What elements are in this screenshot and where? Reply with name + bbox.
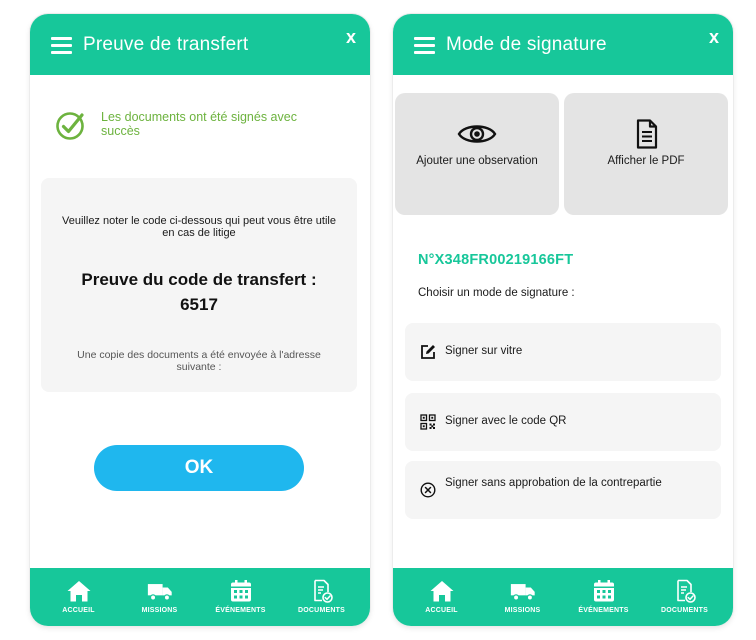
- check-circle-icon: [56, 112, 84, 140]
- sign-on-glass-option[interactable]: Signer sur vitre: [405, 323, 721, 381]
- option-label: Signer avec le code QR: [445, 415, 567, 427]
- nav-item-accueil[interactable]: ACCUEIL: [406, 579, 478, 614]
- choose-signature-label: Choisir un mode de signature :: [418, 287, 575, 299]
- home-icon: [430, 581, 453, 602]
- add-observation-button[interactable]: Ajouter une observation: [395, 93, 559, 215]
- page-title: Preuve de transfert: [83, 34, 249, 55]
- bottom-nav: ACCUEIL MISSIONS ÉVÉNEMENTS DOCUMENTS: [30, 568, 370, 626]
- tile-label: Afficher le PDF: [607, 155, 685, 167]
- sign-without-approval-option[interactable]: Signer sans approbation de la contrepart…: [405, 461, 721, 519]
- documents-icon: [313, 579, 333, 603]
- page-title: Mode de signature: [446, 34, 607, 55]
- hamburger-icon[interactable]: [414, 37, 435, 54]
- close-button[interactable]: x: [709, 28, 719, 46]
- edit-icon: [421, 345, 435, 359]
- truck-icon: [510, 584, 535, 601]
- nav-item-missions[interactable]: MISSIONS: [124, 579, 196, 614]
- nav-label: ÉVÉNEMENTS: [215, 607, 266, 614]
- nav-item-accueil[interactable]: ACCUEIL: [43, 579, 115, 614]
- nav-label: ÉVÉNEMENTS: [578, 607, 629, 614]
- truck-icon: [147, 584, 172, 601]
- nav-item-documents[interactable]: DOCUMENTS: [649, 579, 721, 614]
- eye-icon: [457, 125, 497, 143]
- qr-code-icon: [420, 414, 436, 430]
- document-number: N°X348FR00219166FT: [418, 252, 574, 268]
- tile-label: Ajouter une observation: [416, 155, 538, 167]
- nav-item-documents[interactable]: DOCUMENTS: [286, 579, 358, 614]
- code-heading: Preuve du code de transfert :: [81, 270, 317, 289]
- nav-label: DOCUMENTS: [661, 607, 708, 614]
- nav-item-evenements[interactable]: ÉVÉNEMENTS: [205, 579, 277, 614]
- hamburger-icon[interactable]: [51, 37, 72, 54]
- nav-label: MISSIONS: [141, 607, 178, 614]
- transfer-code: 6517: [180, 295, 218, 314]
- success-message: Les documents ont été signés avec succès: [54, 110, 344, 150]
- card-note: Veuillez noter le code ci-dessous qui pe…: [62, 215, 336, 239]
- nav-label: ACCUEIL: [425, 607, 458, 614]
- close-button[interactable]: x: [346, 28, 356, 46]
- nav-label: MISSIONS: [504, 607, 541, 614]
- option-label: Signer sans approbation de la contrepart…: [445, 477, 662, 489]
- header-bar: Mode de signature x: [393, 14, 733, 75]
- sign-with-qr-option[interactable]: Signer avec le code QR: [405, 393, 721, 451]
- header-bar: Preuve de transfert x: [30, 14, 370, 75]
- nav-item-evenements[interactable]: ÉVÉNEMENTS: [568, 579, 640, 614]
- copy-notice: Une copie des documents a été envoyée à …: [77, 349, 321, 373]
- signature-mode-screen: Mode de signature x Ajouter une observat…: [393, 14, 733, 626]
- bottom-nav: ACCUEIL MISSIONS ÉVÉNEMENTS DOCUMENTS: [393, 568, 733, 626]
- nav-label: DOCUMENTS: [298, 607, 345, 614]
- calendar-icon: [230, 580, 251, 602]
- nav-item-missions[interactable]: MISSIONS: [487, 579, 559, 614]
- home-icon: [67, 581, 90, 602]
- calendar-icon: [593, 580, 614, 602]
- option-label: Signer sur vitre: [445, 345, 523, 357]
- document-icon: [636, 119, 658, 149]
- show-pdf-button[interactable]: Afficher le PDF: [564, 93, 728, 215]
- nav-label: ACCUEIL: [62, 607, 95, 614]
- transfer-code-card: Veuillez noter le code ci-dessous qui pe…: [41, 178, 357, 392]
- cancel-circle-icon: [420, 482, 436, 498]
- success-text: Les documents ont été signés avec succès: [101, 110, 297, 138]
- documents-icon: [676, 579, 696, 603]
- ok-button[interactable]: OK: [94, 445, 304, 491]
- transfer-proof-screen: Preuve de transfert x Les documents ont …: [30, 14, 370, 626]
